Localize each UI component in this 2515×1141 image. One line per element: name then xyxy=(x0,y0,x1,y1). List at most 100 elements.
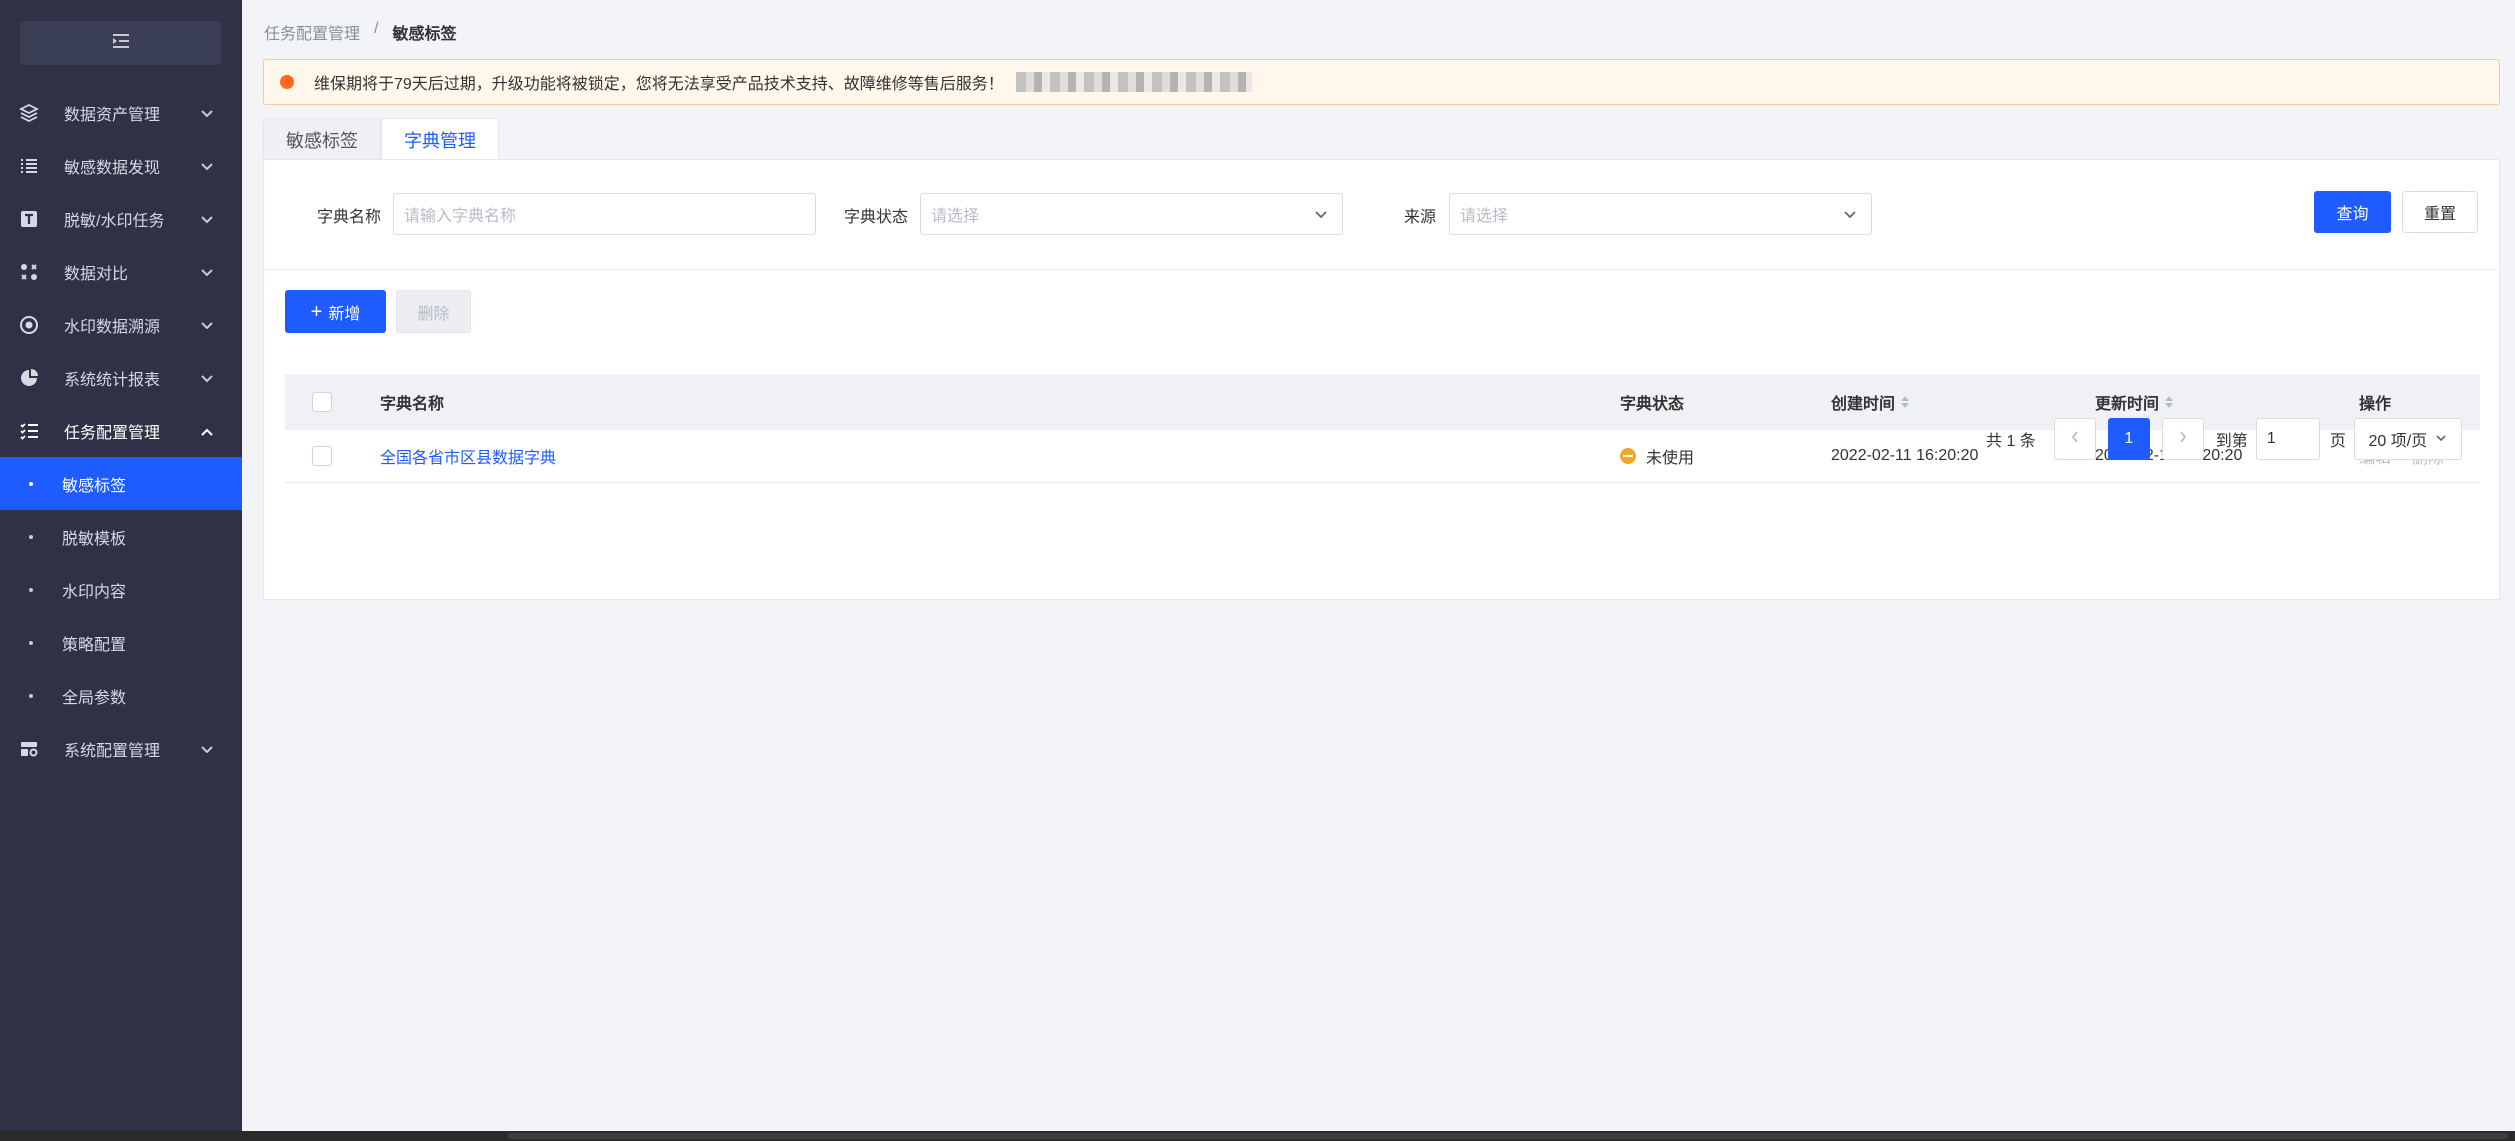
chevron-left-icon xyxy=(2070,430,2080,449)
col-dict-name: 字典名称 xyxy=(380,396,445,413)
bullet-icon xyxy=(29,534,33,539)
content-panel: 字典名称 请输入字典名称 字典状态 请选择 来源 请选择 查询 重置 + 新增 … xyxy=(263,159,2500,600)
status-badge: 未使用 xyxy=(1620,444,1694,468)
bullet-icon xyxy=(29,693,33,698)
redacted-contact xyxy=(1015,72,1252,92)
sidebar-item-sensitive-discovery[interactable]: 敏感数据发现 xyxy=(0,139,242,192)
tab-dictionary-management[interactable]: 字典管理 xyxy=(381,118,499,160)
sidebar-subitem-watermark-content[interactable]: 水印内容 xyxy=(0,563,242,616)
sidebar-subitem-label: 敏感标签 xyxy=(62,477,127,495)
sidebar-item-label: 敏感数据发现 xyxy=(64,159,161,177)
dict-name-label: 字典名称 xyxy=(317,209,382,226)
breadcrumb: 任务配置管理 / 敏感标签 xyxy=(264,20,456,44)
bullet-icon xyxy=(29,481,33,486)
row-checkbox[interactable] xyxy=(312,446,332,466)
sidebar-subitem-sensitive-tags[interactable]: 敏感标签 xyxy=(0,457,242,510)
sidebar-item-label: 数据资产管理 xyxy=(64,106,161,124)
sidebar-item-task-config[interactable]: 任务配置管理 xyxy=(0,404,242,457)
source-select[interactable]: 请选择 xyxy=(1449,193,1872,235)
goto-page-value: 1 xyxy=(2266,430,2276,447)
col-created-time[interactable]: 创建时间 xyxy=(1831,390,1910,414)
sidebar-item-label: 系统统计报表 xyxy=(64,371,161,389)
sidebar-subitem-label: 脱敏模板 xyxy=(62,530,127,548)
page-suffix: 页 xyxy=(2329,433,2346,450)
main-content: 任务配置管理 / 敏感标签 维保期将于79天后过期，升级功能将被锁定，您将无法享… xyxy=(242,0,2515,1131)
breadcrumb-current: 敏感标签 xyxy=(392,26,457,43)
sidebar-item-data-compare[interactable]: 数据对比 xyxy=(0,245,242,298)
text-t-icon xyxy=(18,208,40,230)
sidebar-item-watermark-trace[interactable]: 水印数据溯源 xyxy=(0,298,242,351)
status-text: 未使用 xyxy=(1646,450,1695,467)
goto-page-input[interactable]: 1 xyxy=(2255,418,2320,460)
chevron-down-icon xyxy=(1843,208,1857,226)
warning-dot-icon xyxy=(280,75,294,89)
dict-status-label: 字典状态 xyxy=(844,209,909,226)
breadcrumb-parent[interactable]: 任务配置管理 xyxy=(264,20,360,44)
dict-status-select[interactable]: 请选择 xyxy=(920,193,1343,235)
sidebar-item-system-config[interactable]: 系统配置管理 xyxy=(0,722,242,775)
sidebar-subitem-label: 水印内容 xyxy=(62,583,127,601)
sidebar-item-label: 系统配置管理 xyxy=(64,742,161,760)
page-size-value: 20 项/页 xyxy=(2368,433,2428,450)
sidebar-item-data-assets[interactable]: 数据资产管理 xyxy=(0,86,242,139)
dict-status-placeholder: 请选择 xyxy=(931,208,980,225)
dict-name-link[interactable]: 全国各省市区县数据字典 xyxy=(380,444,556,468)
pie-icon xyxy=(18,367,40,389)
sidebar-item-label: 任务配置管理 xyxy=(64,424,161,442)
chevron-down-icon xyxy=(200,743,214,761)
select-all-checkbox[interactable] xyxy=(312,392,332,412)
sidebar-item-system-reports[interactable]: 系统统计报表 xyxy=(0,351,242,404)
chevron-down-icon xyxy=(1314,208,1328,226)
sidebar-item-masking-tasks[interactable]: 脱敏/水印任务 xyxy=(0,192,242,245)
delete-button[interactable]: 删除 xyxy=(396,290,471,333)
sidebar: 数据资产管理 敏感数据发现 脱敏/水印任务 数据对比 水印数据溯源 系统统计报表 xyxy=(0,0,242,1131)
bullet-icon xyxy=(29,587,33,592)
chevron-up-icon xyxy=(200,425,214,443)
chevron-down-icon xyxy=(200,213,214,231)
alert-text: 维保期将于79天后过期，升级功能将被锁定，您将无法享受产品技术支持、故障维修等售… xyxy=(314,76,1004,93)
bullet-icon xyxy=(29,640,33,645)
dict-name-input[interactable]: 请输入字典名称 xyxy=(393,193,816,235)
sort-icon xyxy=(2165,396,2174,408)
sidebar-subitem-label: 策略配置 xyxy=(62,636,127,654)
scrollbar-thumb[interactable] xyxy=(508,1133,2508,1139)
page-size-select[interactable]: 20 项/页 xyxy=(2353,418,2462,460)
add-button[interactable]: + 新增 xyxy=(285,290,386,333)
sort-icon xyxy=(1901,396,1910,408)
source-label: 来源 xyxy=(1404,209,1437,226)
chevron-down-icon xyxy=(200,266,214,284)
sidebar-subitem-masking-templates[interactable]: 脱敏模板 xyxy=(0,510,242,563)
breadcrumb-separator: / xyxy=(374,20,379,37)
list-icon xyxy=(18,155,40,177)
chevron-down-icon xyxy=(2435,430,2447,448)
sidebar-item-label: 水印数据溯源 xyxy=(64,318,161,336)
dict-name-placeholder: 请输入字典名称 xyxy=(404,208,517,225)
pagination: 共 1 条 1 到第 1 页 20 项/页 xyxy=(1986,417,2462,461)
layers-icon xyxy=(18,102,40,124)
chevron-down-icon xyxy=(200,160,214,178)
reset-button[interactable]: 重置 xyxy=(2402,191,2478,233)
goto-label: 到第 xyxy=(2215,433,2248,450)
chevron-right-icon xyxy=(2178,430,2188,449)
unused-status-icon xyxy=(1620,448,1636,464)
sidebar-item-label: 脱敏/水印任务 xyxy=(64,212,165,230)
prev-page-button[interactable] xyxy=(2053,418,2096,460)
col-operations: 操作 xyxy=(2359,396,2392,413)
page-1-button[interactable]: 1 xyxy=(2107,418,2150,460)
filter-bar: 字典名称 请输入字典名称 字典状态 请选择 来源 请选择 查询 重置 xyxy=(264,160,2499,270)
total-count: 共 1 条 xyxy=(1986,433,2036,450)
chevron-down-icon xyxy=(200,372,214,390)
horizontal-scrollbar[interactable] xyxy=(0,1131,2515,1141)
next-page-button[interactable] xyxy=(2161,418,2204,460)
tab-sensitive-tags[interactable]: 敏感标签 xyxy=(263,118,381,160)
col-updated-time[interactable]: 更新时间 xyxy=(2095,390,2174,414)
source-placeholder: 请选择 xyxy=(1460,208,1509,225)
col-updated-time-label: 更新时间 xyxy=(2095,396,2160,413)
sidebar-subitem-policy-config[interactable]: 策略配置 xyxy=(0,616,242,669)
plus-icon: + xyxy=(310,300,323,323)
menu-fold-button[interactable] xyxy=(20,21,221,65)
sidebar-subitem-global-params[interactable]: 全局参数 xyxy=(0,669,242,722)
query-button[interactable]: 查询 xyxy=(2314,191,2391,233)
expiry-alert: 维保期将于79天后过期，升级功能将被锁定，您将无法享受产品技术支持、故障维修等售… xyxy=(263,59,2500,105)
sidebar-subitem-label: 全局参数 xyxy=(62,689,127,707)
